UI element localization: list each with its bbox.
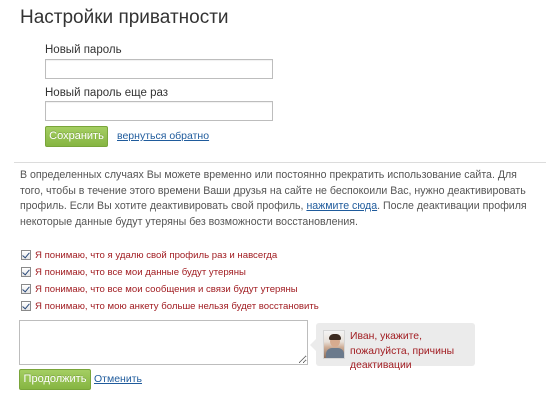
repeat-password-input[interactable] <box>45 101 273 121</box>
save-button[interactable]: Сохранить <box>45 126 108 147</box>
confirm-checkbox[interactable] <box>21 250 31 260</box>
deactivation-info-text: В определенных случаях Вы можете временн… <box>20 168 532 230</box>
avatar <box>323 330 345 359</box>
confirm-checkbox-row[interactable]: Я понимаю, что я удалю свой профиль раз … <box>21 248 277 262</box>
deactivation-reason-textarea[interactable] <box>19 320 308 365</box>
hint-text: Иван, укажите, пожалуйста, причины деакт… <box>350 331 455 371</box>
confirm-checkbox[interactable] <box>21 284 31 294</box>
confirm-checkbox-row[interactable]: Я понимаю, что мою анкету больше нельзя … <box>21 299 319 313</box>
repeat-password-label: Новый пароль еще раз <box>45 87 169 99</box>
confirm-checkbox[interactable] <box>21 267 31 277</box>
confirm-checkbox[interactable] <box>21 301 31 311</box>
page-title: Настройки приватности <box>20 7 229 28</box>
continue-button[interactable]: Продолжить <box>19 369 91 390</box>
back-link[interactable]: вернуться обратно <box>117 130 209 142</box>
new-password-input[interactable] <box>45 59 273 79</box>
confirm-checkbox-label: Я понимаю, что все мои данные будут утер… <box>35 266 246 278</box>
confirm-checkbox-row[interactable]: Я понимаю, что все мои данные будут утер… <box>21 265 246 279</box>
confirm-checkbox-row[interactable]: Я понимаю, что все мои сообщения и связи… <box>21 282 298 296</box>
confirm-checkbox-label: Я понимаю, что я удалю свой профиль раз … <box>35 249 278 261</box>
cancel-link[interactable]: Отменить <box>94 373 142 385</box>
divider <box>14 162 546 163</box>
new-password-label: Новый пароль <box>45 44 122 56</box>
deactivate-link[interactable]: нажмите сюда <box>306 200 377 212</box>
hint-tooltip: Иван, укажите, пожалуйста, причины деакт… <box>310 323 475 371</box>
confirm-checkbox-label: Я понимаю, что все мои сообщения и связи… <box>35 283 298 295</box>
confirm-checkbox-label: Я понимаю, что мою анкету больше нельзя … <box>35 300 319 312</box>
